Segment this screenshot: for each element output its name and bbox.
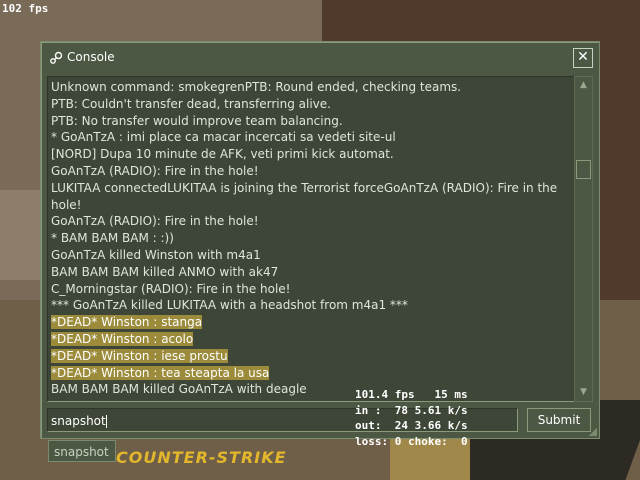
console-log-line: C_Morningstar (RADIO): Fire in the hole! [51, 281, 566, 298]
counter-strike-logo: COUNTER-STRIKE [116, 448, 287, 467]
resize-grip-icon[interactable] [589, 428, 597, 436]
steam-icon [50, 51, 63, 64]
console-log-line: BAM BAM BAM killed GoAnTzA with deagle [51, 381, 566, 398]
log-text: LUKITAA connectedLUKITAA is joining the … [51, 180, 558, 212]
console-log-line: *DEAD* Winston : stanga [51, 314, 566, 331]
console-log-line: *DEAD* Winston : acolo [51, 331, 566, 348]
console-log-line: *DEAD* Winston : tea steapta la usa [51, 365, 566, 382]
highlighted-chat-text: *DEAD* Winston : stanga [51, 315, 203, 330]
log-text: GoAnTzA (RADIO): Fire in the hole! [51, 214, 259, 229]
chevron-down-icon: ▼ [580, 387, 587, 397]
console-title: Console [67, 50, 115, 64]
console-log-line: * GoAnTzA : imi place ca macar incercati… [51, 129, 566, 146]
console-log-line: [NORD] Dupa 10 minute de AFK, veti primi… [51, 146, 566, 163]
log-text: * GoAnTzA : imi place ca macar incercati… [51, 130, 396, 145]
console-log-line: *** GoAnTzA killed LUKITAA with a headsh… [51, 297, 566, 314]
console-log[interactable]: Unknown command: smokegrenPTB: Round end… [47, 76, 576, 402]
log-text: GoAnTzA killed Winston with m4a1 [51, 247, 261, 262]
console-log-line: PTB: No transfer would improve team bala… [51, 113, 566, 130]
console-window[interactable]: Console ✕ Unknown command: smokegrenPTB:… [40, 41, 600, 439]
log-text: PTB: No transfer would improve team bala… [51, 113, 343, 128]
console-log-line: PTB: Couldn't transfer dead, transferrin… [51, 96, 566, 113]
console-log-line: *DEAD* Winston : iese prostu [51, 348, 566, 365]
net-stats-loss: loss: 0 choke: 0 [355, 434, 468, 448]
highlighted-chat-text: *DEAD* Winston : acolo [51, 331, 194, 346]
net-stats-out: out: 24 3.66 k/s [355, 419, 468, 432]
log-text: BAM BAM BAM killed ANMO with ak47 [51, 264, 279, 279]
log-text: * BAM BAM BAM : :)) [51, 231, 174, 246]
submit-button[interactable]: Submit [527, 408, 591, 432]
net-graph: 101.4 fps 15 ms in : 78 5.61 k/s out: 24 3… [355, 387, 468, 449]
scroll-down-button[interactable]: ▼ [576, 385, 591, 400]
autocomplete-suggestion[interactable]: snapshot [48, 440, 116, 462]
fps-counter: 102 fps [2, 2, 49, 15]
console-log-line: LUKITAA connectedLUKITAA is joining the … [51, 180, 566, 214]
log-text: GoAnTzA (RADIO): Fire in the hole! [51, 163, 259, 178]
chevron-up-icon: ▲ [580, 80, 587, 90]
console-log-line: * BAM BAM BAM : :)) [51, 230, 566, 247]
net-stats-fps: 101.4 fps 15 ms [355, 388, 468, 401]
log-text: *** GoAnTzA killed LUKITAA with a headsh… [51, 298, 408, 313]
log-text: PTB: Couldn't transfer dead, transferrin… [51, 96, 331, 111]
scroll-up-button[interactable]: ▲ [576, 78, 591, 93]
console-log-line: GoAnTzA killed Winston with m4a1 [51, 247, 566, 264]
console-log-line: BAM BAM BAM killed ANMO with ak47 [51, 264, 566, 281]
highlighted-chat-text: *DEAD* Winston : iese prostu [51, 348, 228, 363]
scroll-thumb[interactable] [576, 160, 591, 179]
console-title-bar[interactable]: Console ✕ [41, 42, 599, 72]
command-input-value: snapshot [51, 414, 106, 428]
console-scrollbar[interactable]: ▲ ▼ [574, 76, 593, 402]
highlighted-chat-text: *DEAD* Winston : tea steapta la usa [51, 365, 270, 380]
console-log-line: GoAnTzA (RADIO): Fire in the hole! [51, 213, 566, 230]
log-text: BAM BAM BAM killed GoAnTzA with deagle [51, 382, 307, 397]
console-log-line: Unknown command: smokegrenPTB: Round end… [51, 79, 566, 96]
console-log-line: GoAnTzA (RADIO): Fire in the hole! [51, 163, 566, 180]
text-caret [105, 415, 107, 428]
console-log-lines: Unknown command: smokegrenPTB: Round end… [51, 79, 566, 398]
log-text: C_Morningstar (RADIO): Fire in the hole! [51, 281, 291, 296]
log-text: [NORD] Dupa 10 minute de AFK, veti primi… [51, 147, 394, 162]
close-button[interactable]: ✕ [573, 48, 593, 68]
net-stats-in: in : 78 5.61 k/s [355, 403, 468, 417]
log-text: Unknown command: smokegrenPTB: Round end… [51, 80, 462, 94]
close-icon: ✕ [577, 49, 589, 65]
